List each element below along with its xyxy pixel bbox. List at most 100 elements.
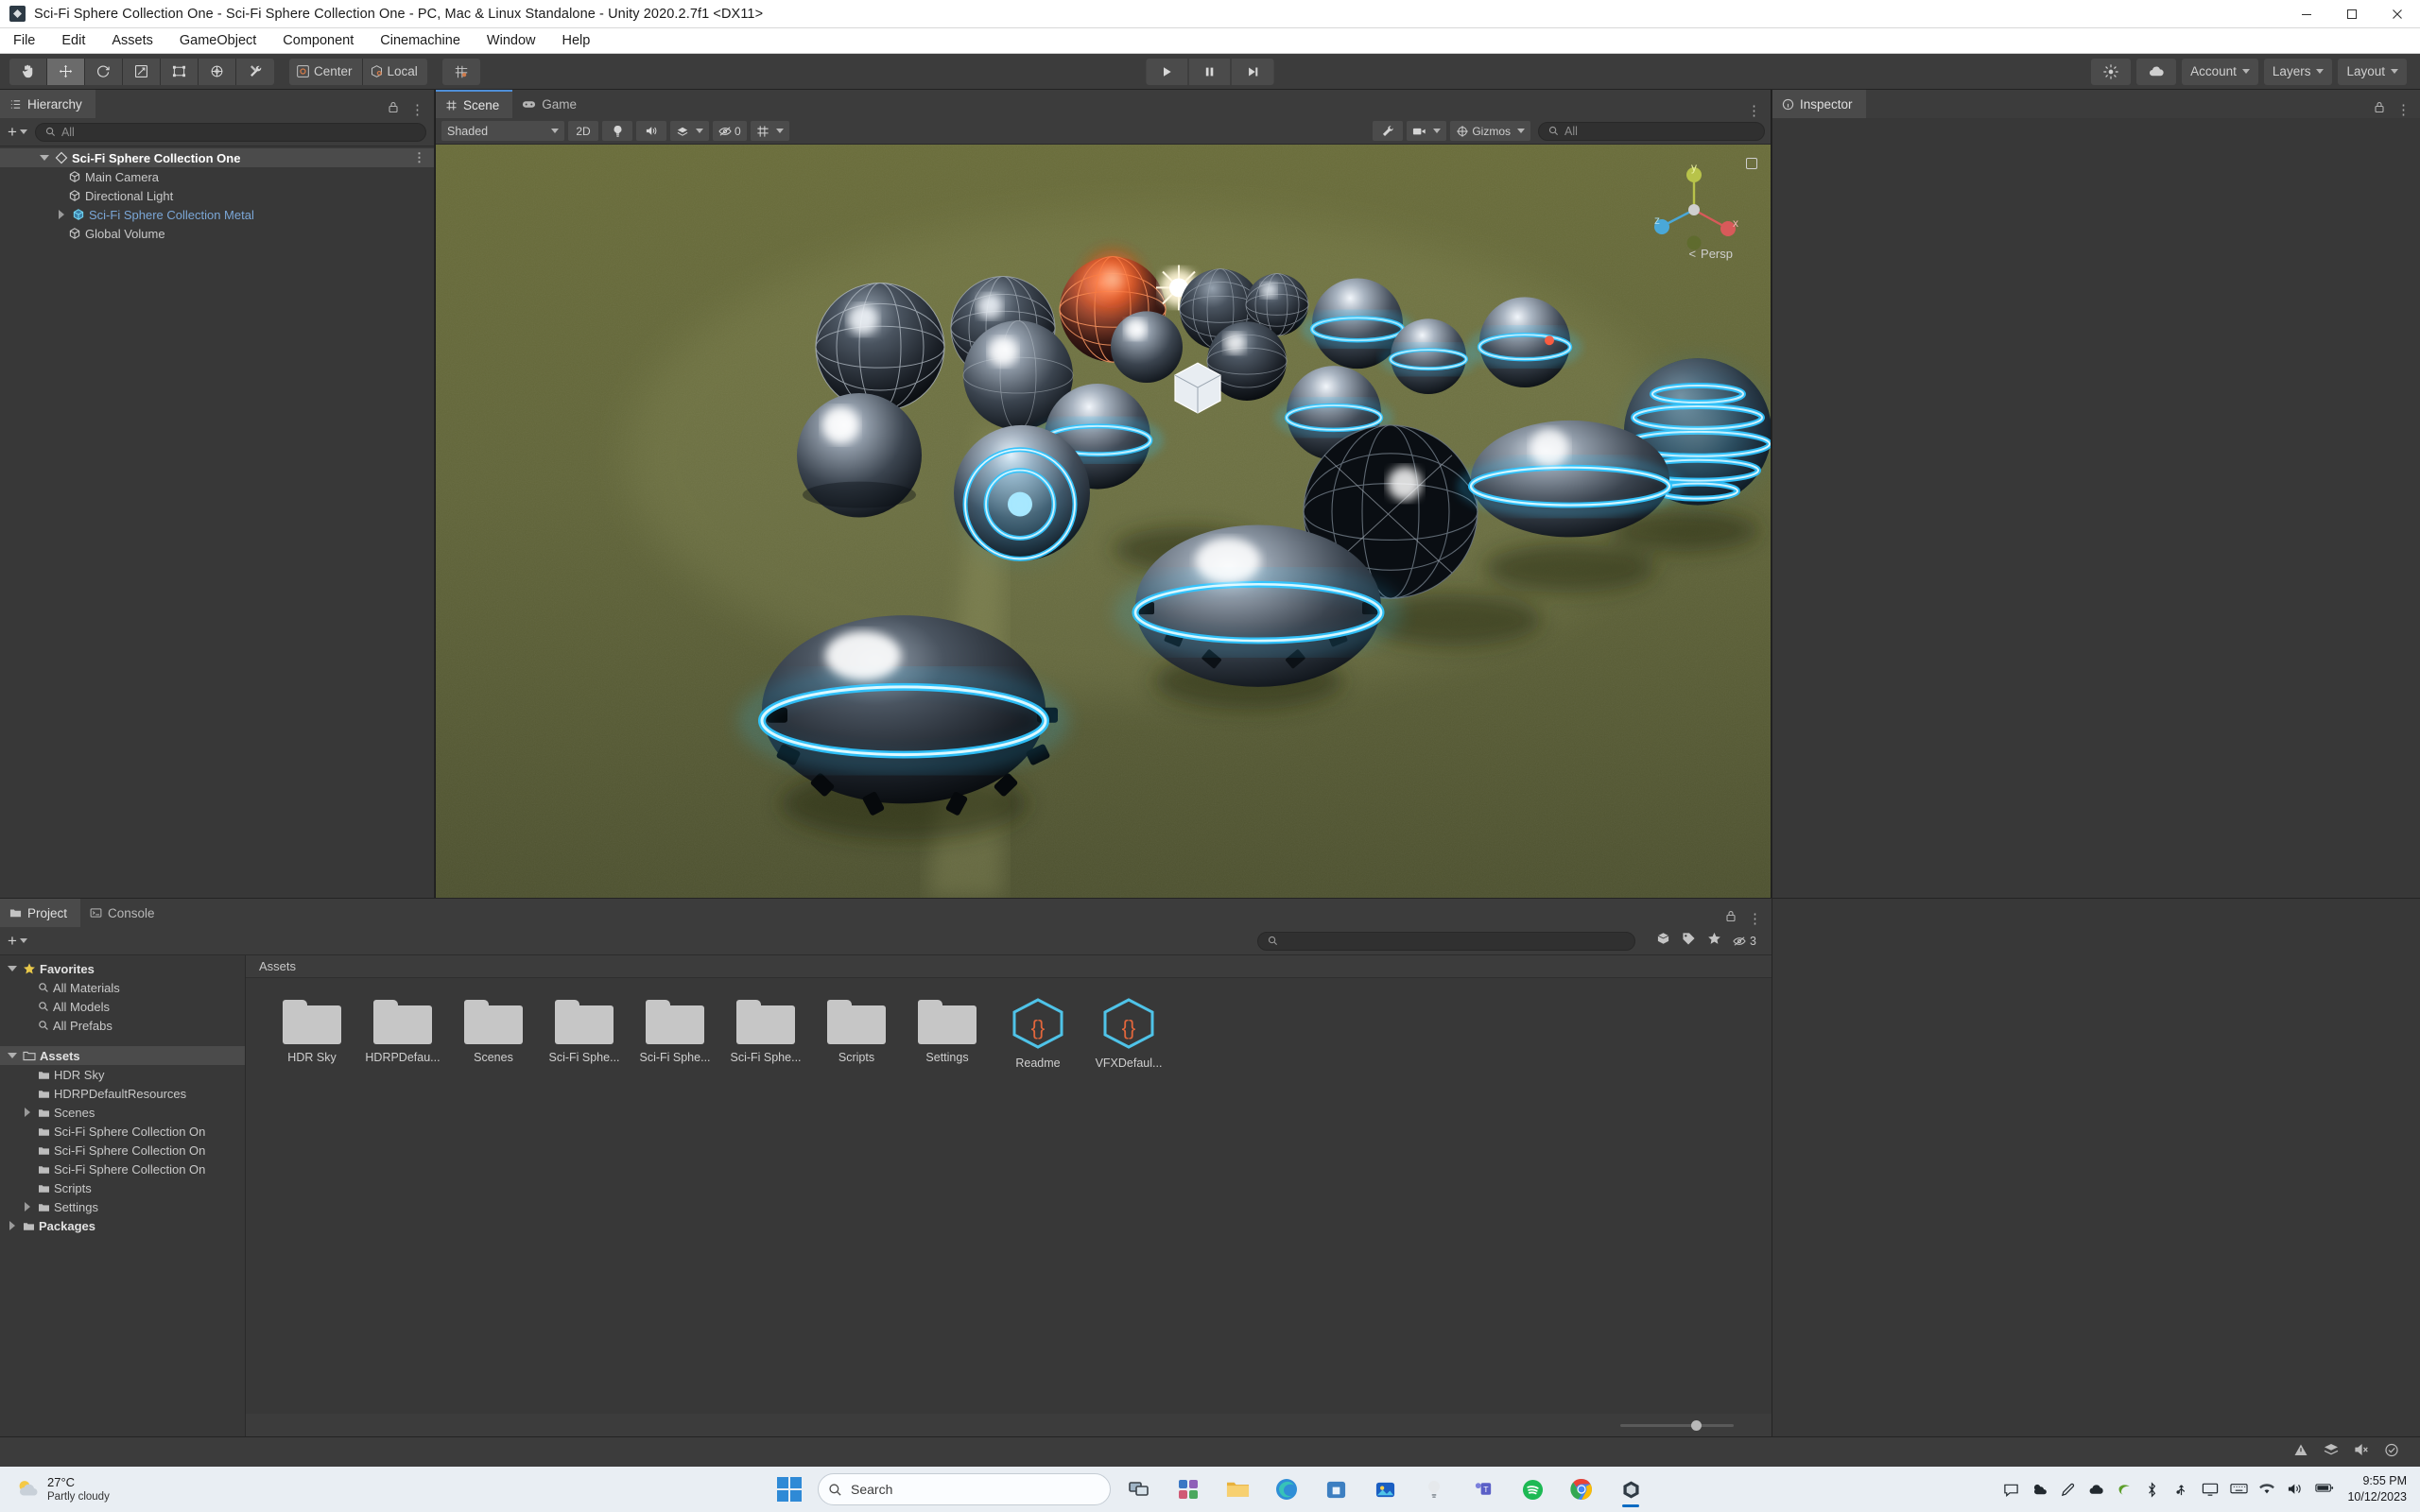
hierarchy-add-button[interactable]: + — [8, 123, 27, 142]
scene-tools-button[interactable] — [1373, 121, 1403, 141]
scene-fx-button[interactable] — [670, 121, 709, 141]
taskbar-clock[interactable]: 9:55 PM 10/12/2023 — [2347, 1473, 2407, 1505]
account-button[interactable]: Account — [2182, 59, 2258, 85]
accept-icon[interactable] — [2384, 1443, 2399, 1462]
bulb-button[interactable] — [1413, 1469, 1455, 1509]
keyboard-icon[interactable] — [2230, 1482, 2246, 1498]
scene-lighting-button[interactable] — [602, 121, 632, 141]
asset-item[interactable]: Sci-Fi Sphe... — [630, 997, 720, 1070]
tab-hierarchy[interactable]: Hierarchy — [0, 90, 95, 118]
battery-icon[interactable] — [2315, 1482, 2331, 1498]
kebab-menu-icon[interactable]: ⋮ — [410, 103, 424, 117]
layers-button[interactable]: Layers — [2264, 59, 2333, 85]
weather-widget[interactable]: 27°C Partly cloudy — [15, 1475, 110, 1504]
project-tree-scripts[interactable]: Scripts — [0, 1178, 245, 1197]
project-tree-scifi-1[interactable]: Sci-Fi Sphere Collection On — [0, 1122, 245, 1141]
nvidia-icon[interactable] — [2117, 1482, 2133, 1498]
asset-item[interactable]: Sci-Fi Sphe... — [720, 997, 811, 1070]
hand-tool-button[interactable] — [9, 59, 47, 85]
project-tree-all-models[interactable]: All Models — [0, 997, 245, 1016]
custom-editor-tool-button[interactable] — [236, 59, 274, 85]
kebab-menu-icon[interactable]: ⋮ — [1748, 912, 1762, 926]
menu-help[interactable]: Help — [548, 30, 603, 51]
move-tool-button[interactable] — [47, 59, 85, 85]
wifi-icon[interactable] — [2258, 1482, 2274, 1498]
expand-arrow-icon[interactable] — [55, 210, 68, 219]
hierarchy-item-directional-light[interactable]: Directional Light — [0, 186, 434, 205]
chat-icon[interactable] — [2003, 1482, 2019, 1498]
project-tree-hdrp-default[interactable]: HDRPDefaultResources — [0, 1084, 245, 1103]
taskbar-search[interactable]: Search — [818, 1473, 1111, 1505]
asset-item[interactable]: HDRPDefau... — [357, 997, 448, 1070]
asset-item[interactable]: Settings — [902, 997, 993, 1070]
asset-item[interactable]: {} Readme — [993, 997, 1083, 1070]
chrome-button[interactable] — [1561, 1469, 1602, 1509]
draw-mode-dropdown[interactable]: Shaded — [441, 121, 564, 141]
project-tree-all-materials[interactable]: All Materials — [0, 978, 245, 997]
volume-icon[interactable] — [2287, 1482, 2303, 1498]
asset-item[interactable]: Scripts — [811, 997, 902, 1070]
photos-button[interactable] — [1364, 1469, 1406, 1509]
expand-arrow-icon[interactable] — [21, 1108, 34, 1117]
menu-file[interactable]: File — [0, 30, 48, 51]
scene-projection-label[interactable]: < Persp — [1688, 247, 1733, 261]
expand-arrow-icon[interactable] — [38, 155, 51, 161]
pivot-mode-button[interactable]: Center — [289, 59, 363, 85]
usb-icon[interactable] — [2173, 1482, 2189, 1498]
pen-icon[interactable] — [2060, 1482, 2076, 1498]
layers-icon[interactable] — [2324, 1443, 2339, 1461]
project-tree-favorites[interactable]: Favorites — [0, 959, 245, 978]
layout-button[interactable]: Layout — [2338, 59, 2407, 85]
asset-item[interactable]: {} VFXDefaul... — [1083, 997, 1174, 1070]
kebab-menu-icon[interactable]: ⋮ — [1747, 104, 1761, 118]
teams-button[interactable]: T — [1462, 1469, 1504, 1509]
mute-icon[interactable] — [2354, 1443, 2369, 1461]
package-filter-icon[interactable] — [1656, 932, 1670, 950]
expand-arrow-icon[interactable] — [21, 1202, 34, 1211]
tab-console[interactable]: Console — [80, 899, 168, 927]
lock-icon[interactable] — [1725, 910, 1737, 927]
menu-component[interactable]: Component — [269, 30, 367, 51]
2d-toggle-button[interactable]: 2D — [568, 121, 598, 141]
hierarchy-item-sphere-metal[interactable]: Sci-Fi Sphere Collection Metal — [0, 205, 434, 224]
scene-grid-button[interactable] — [751, 121, 789, 141]
project-tree-packages[interactable]: Packages — [0, 1216, 245, 1235]
project-history-button[interactable]: 3 — [1733, 935, 1756, 948]
project-tree-scenes[interactable]: Scenes — [0, 1103, 245, 1122]
unity-taskbar-button[interactable] — [1610, 1469, 1651, 1509]
project-tree-scifi-3[interactable]: Sci-Fi Sphere Collection On — [0, 1160, 245, 1178]
kebab-menu-icon[interactable]: ⋮ — [413, 150, 426, 165]
warning-icon[interactable] — [2293, 1443, 2308, 1462]
scene-gizmos-button[interactable]: Gizmos — [1450, 121, 1530, 141]
rotate-tool-button[interactable] — [85, 59, 123, 85]
close-button[interactable] — [2375, 0, 2420, 28]
rect-tool-button[interactable] — [161, 59, 199, 85]
bluetooth-icon[interactable] — [2145, 1482, 2161, 1498]
grid-snap-button[interactable] — [442, 59, 480, 85]
monitor-icon[interactable] — [2202, 1482, 2218, 1498]
store-button[interactable] — [1315, 1469, 1357, 1509]
scene-maximize-icon[interactable] — [1746, 158, 1757, 169]
scale-tool-button[interactable] — [123, 59, 161, 85]
spotify-button[interactable] — [1512, 1469, 1553, 1509]
transform-tool-button[interactable] — [199, 59, 236, 85]
tab-scene[interactable]: Scene — [436, 90, 512, 118]
project-tree-assets[interactable]: Assets — [0, 1046, 245, 1065]
start-button[interactable] — [769, 1469, 810, 1509]
lock-icon[interactable] — [2374, 101, 2385, 118]
scene-search-input[interactable]: All — [1538, 122, 1765, 141]
hierarchy-item-global-volume[interactable]: Global Volume — [0, 224, 434, 243]
asset-item[interactable]: HDR Sky — [267, 997, 357, 1070]
hierarchy-item-scene[interactable]: Sci-Fi Sphere Collection One ⋮ — [0, 148, 434, 167]
file-explorer-button[interactable] — [1217, 1469, 1258, 1509]
project-tree-settings[interactable]: Settings — [0, 1197, 245, 1216]
widgets-button[interactable] — [1167, 1469, 1209, 1509]
hierarchy-search-input[interactable]: All — [35, 123, 426, 142]
task-view-button[interactable] — [1118, 1469, 1160, 1509]
asset-item[interactable]: Scenes — [448, 997, 539, 1070]
tab-project[interactable]: Project — [0, 899, 80, 927]
onedrive-icon[interactable] — [2088, 1482, 2104, 1498]
scene-viewport[interactable]: y z x < Persp — [436, 145, 1771, 898]
project-search-input[interactable] — [1257, 932, 1635, 951]
asset-size-slider[interactable] — [1620, 1424, 1734, 1427]
